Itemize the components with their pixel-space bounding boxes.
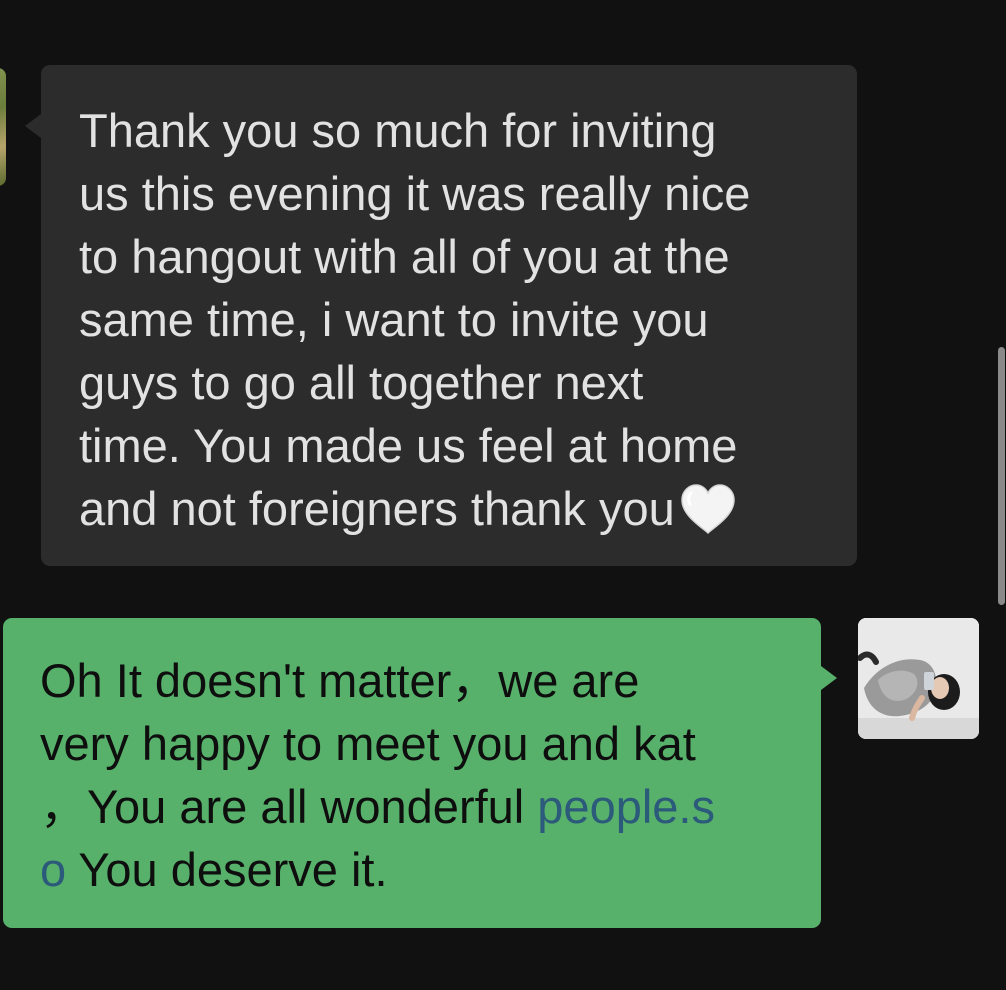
incoming-line: us this evening it was really nice xyxy=(79,167,751,220)
incoming-line: same time, i want to invite you xyxy=(79,293,709,346)
contact-avatar[interactable] xyxy=(0,68,6,186)
incoming-message-text: Thank you so much for inviting us this ev… xyxy=(79,99,837,540)
detected-link[interactable]: people.s xyxy=(537,780,715,833)
outgoing-message-text: Oh It doesn't matter，we are very happy to… xyxy=(40,649,801,901)
incoming-line: to hangout with all of you at the xyxy=(79,230,730,283)
white-heart-icon xyxy=(679,483,737,535)
outgoing-line: Oh It doesn't matter，we are xyxy=(40,654,640,707)
incoming-line: time. You made us feel at home xyxy=(79,419,738,472)
incoming-line: and not foreigners thank you xyxy=(79,482,675,535)
outgoing-line: very happy to meet you and kat xyxy=(40,717,696,770)
incoming-message-bubble[interactable]: Thank you so much for inviting us this ev… xyxy=(25,65,857,566)
incoming-line: guys to go all together next xyxy=(79,356,644,409)
outgoing-line: You deserve it. xyxy=(66,843,388,896)
user-avatar-photo xyxy=(858,618,979,739)
user-avatar[interactable] xyxy=(858,618,979,739)
incoming-line: Thank you so much for inviting xyxy=(79,104,717,157)
outgoing-line: ，You are all wonderful xyxy=(40,780,538,833)
detected-link-continuation[interactable]: o xyxy=(40,843,66,896)
outgoing-message-bubble[interactable]: Oh It doesn't matter，we are very happy to… xyxy=(3,618,837,928)
scrollbar[interactable] xyxy=(998,347,1005,605)
chat-view: Thank you so much for inviting us this ev… xyxy=(0,0,1006,990)
